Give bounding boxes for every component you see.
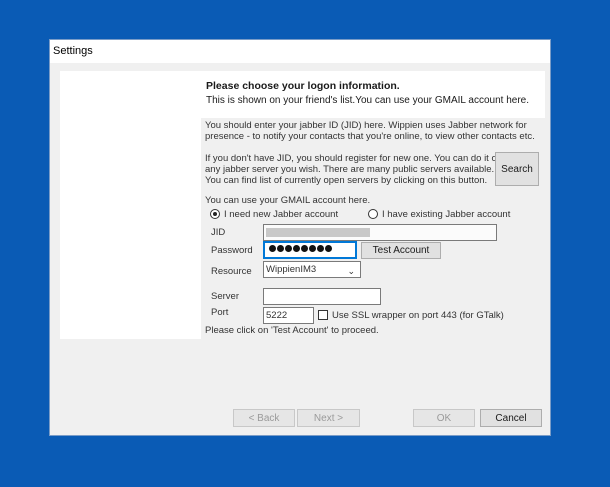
ssl-label[interactable]: Use SSL wrapper on port 443 (for GTalk) (332, 310, 504, 321)
ok-button[interactable]: OK (413, 409, 475, 427)
window-title: Settings (50, 40, 550, 63)
jid-input[interactable] (263, 224, 497, 241)
existing-account-radio[interactable] (368, 209, 378, 219)
server-input[interactable] (263, 288, 381, 305)
ssl-checkbox[interactable] (318, 310, 328, 320)
resource-label: Resource (211, 266, 252, 277)
header-title: Please choose your logon information. (206, 80, 400, 92)
password-input[interactable] (263, 241, 357, 259)
port-input[interactable]: 5222 (263, 307, 314, 324)
cancel-button[interactable]: Cancel (480, 409, 542, 427)
register-line-1: If you don't have JID, you should regist… (205, 153, 503, 164)
port-label: Port (211, 307, 229, 318)
test-account-hint: Please click on 'Test Account' to procee… (205, 325, 379, 336)
register-line-2: any jabber server you wish. There are ma… (205, 164, 495, 175)
resource-select[interactable]: WippienIM3 ⌄ (263, 261, 361, 278)
header-subtitle: This is shown on your friend's list.You … (206, 95, 529, 106)
next-button[interactable]: Next > (297, 409, 360, 427)
gmail-note: You can use your GMAIL account here. (205, 195, 371, 206)
server-label: Server (211, 291, 239, 302)
back-button[interactable]: < Back (233, 409, 295, 427)
password-mask (269, 245, 332, 252)
intro-line-2: presence - to notify your contacts that … (205, 131, 535, 142)
new-account-radio[interactable] (210, 209, 220, 219)
new-account-label[interactable]: I need new Jabber account (224, 209, 338, 220)
jid-redacted-value (266, 228, 370, 237)
header-panel: Please choose your logon information. Th… (201, 71, 545, 118)
existing-account-label[interactable]: I have existing Jabber account (382, 209, 510, 220)
chevron-down-icon: ⌄ (347, 266, 355, 276)
jid-label: JID (211, 227, 226, 238)
intro-line-1: You should enter your jabber ID (JID) he… (205, 120, 527, 131)
settings-dialog: Settings Please choose your logon inform… (49, 39, 551, 436)
left-image-panel (60, 71, 201, 339)
test-account-button[interactable]: Test Account (361, 242, 441, 259)
resource-value: WippienIM3 (266, 264, 317, 275)
password-label: Password (211, 245, 253, 256)
search-button[interactable]: Search (495, 152, 539, 186)
register-line-3: You can find list of currently open serv… (205, 175, 488, 186)
